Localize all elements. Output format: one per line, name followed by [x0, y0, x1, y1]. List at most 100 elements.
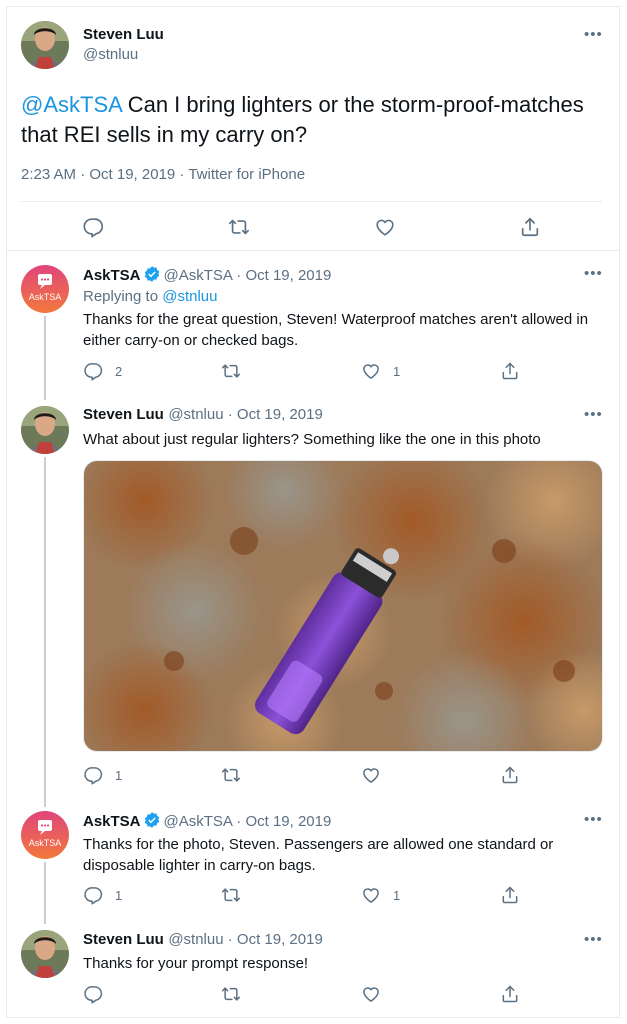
- like-icon: [361, 361, 381, 381]
- author-handle[interactable]: @AskTSA: [164, 813, 233, 830]
- avatar-photo-icon: [21, 406, 69, 454]
- thread-line: [44, 457, 46, 807]
- like-icon: [374, 216, 396, 238]
- retweet-button[interactable]: [221, 361, 241, 381]
- tweet-timestamp[interactable]: 2:23 AM · Oct 19, 2019 · Twitter for iPh…: [21, 166, 305, 183]
- avatar-asktsa[interactable]: AskTSA: [21, 265, 69, 313]
- author-name[interactable]: AskTSA: [83, 267, 141, 284]
- like-button[interactable]: [374, 216, 396, 238]
- more-icon[interactable]: •••: [584, 407, 603, 422]
- like-count: 1: [393, 363, 401, 379]
- mention-link[interactable]: @AskTSA: [21, 92, 122, 117]
- reply-count: 2: [115, 363, 123, 379]
- author-handle[interactable]: @stnluu: [168, 931, 223, 948]
- thread-line: [44, 862, 46, 924]
- replying-prefix: Replying to: [83, 288, 163, 305]
- reply-count: 1: [115, 767, 123, 783]
- retweet-icon: [221, 361, 241, 381]
- reply-date[interactable]: · Oct 19, 2019: [224, 406, 323, 423]
- avatar-label: AskTSA: [28, 838, 62, 848]
- like-button[interactable]: [361, 984, 381, 1004]
- thread-line: [44, 316, 46, 400]
- verified-icon: [144, 266, 159, 282]
- reply-text: Thanks for the photo, Steven. Passengers…: [83, 836, 554, 874]
- reply-icon: [83, 984, 103, 1004]
- avatar-steven[interactable]: [21, 406, 69, 454]
- like-icon: [361, 765, 381, 785]
- share-button[interactable]: [500, 765, 520, 785]
- avatar-steven[interactable]: [21, 21, 69, 69]
- author-name[interactable]: Steven Luu: [83, 931, 164, 948]
- avatar-steven[interactable]: [21, 930, 69, 978]
- reply-text: Thanks for the great question, Steven! W…: [83, 311, 589, 349]
- verified-icon: [144, 812, 159, 828]
- like-icon: [361, 885, 381, 905]
- share-button[interactable]: [500, 361, 520, 381]
- retweet-icon: [228, 216, 250, 238]
- reply-date[interactable]: · Oct 19, 2019: [224, 931, 323, 948]
- reply-button[interactable]: 1: [83, 765, 122, 785]
- like-button[interactable]: [361, 765, 381, 785]
- more-icon[interactable]: •••: [584, 932, 603, 947]
- replying-mention[interactable]: @stnluu: [162, 288, 217, 305]
- retweet-icon: [221, 984, 241, 1004]
- divider: [21, 201, 602, 202]
- more-icon[interactable]: •••: [584, 266, 603, 281]
- reply-date[interactable]: · Oct 19, 2019: [232, 813, 331, 830]
- reply-header: AskTSA @AskTSA · Oct 19, 2019: [83, 265, 331, 285]
- retweet-button[interactable]: [221, 765, 241, 785]
- reply-icon: [83, 765, 103, 785]
- reply-button[interactable]: [82, 216, 104, 238]
- share-button[interactable]: [519, 216, 541, 238]
- reply-date[interactable]: · Oct 19, 2019: [232, 267, 331, 284]
- like-button[interactable]: 1: [361, 885, 400, 905]
- author-handle[interactable]: @stnluu: [168, 406, 223, 423]
- reply-actions: 1 1: [83, 885, 523, 909]
- reply-actions: [83, 984, 523, 1008]
- like-count: 1: [393, 887, 401, 903]
- reply-button[interactable]: [83, 984, 103, 1004]
- retweet-button[interactable]: [221, 984, 241, 1004]
- retweet-button[interactable]: [228, 216, 250, 238]
- reply-actions: 1: [83, 765, 523, 789]
- more-icon[interactable]: •••: [584, 812, 603, 827]
- share-button[interactable]: [500, 984, 520, 1004]
- main-tweet-actions: [21, 216, 602, 240]
- share-button[interactable]: [500, 885, 520, 905]
- author-name[interactable]: Steven Luu: [83, 26, 164, 43]
- author-handle[interactable]: @AskTSA: [164, 267, 233, 284]
- reply-header: Steven Luu @stnluu · Oct 19, 2019: [83, 406, 323, 424]
- asktsa-logo-icon: [21, 265, 69, 313]
- reply-button[interactable]: 2: [83, 361, 122, 381]
- asktsa-logo-icon: [21, 811, 69, 859]
- reply-text: Thanks for your prompt response!: [83, 955, 309, 972]
- avatar-asktsa[interactable]: AskTSA: [21, 811, 69, 859]
- avatar-photo-icon: [21, 930, 69, 978]
- tweet-photo[interactable]: [83, 460, 603, 752]
- reply-text: What about just regular lighters? Someth…: [83, 431, 541, 448]
- retweet-icon: [221, 885, 241, 905]
- author-name[interactable]: AskTSA: [83, 813, 141, 830]
- avatar-photo-icon: [21, 21, 69, 69]
- reply-icon: [82, 216, 104, 238]
- main-tweet-text: @AskTSA Can I bring lighters or the stor…: [21, 90, 601, 150]
- reply-count: 1: [115, 887, 123, 903]
- share-icon: [519, 216, 541, 238]
- reply-header: Steven Luu @stnluu · Oct 19, 2019: [83, 931, 323, 949]
- like-icon: [361, 984, 381, 1004]
- reply-button[interactable]: 1: [83, 885, 122, 905]
- lighter-photo: [84, 461, 602, 751]
- author-name[interactable]: Steven Luu: [83, 406, 164, 423]
- like-button[interactable]: 1: [361, 361, 400, 381]
- retweet-icon: [221, 765, 241, 785]
- more-icon[interactable]: •••: [584, 27, 603, 42]
- divider: [7, 250, 619, 251]
- author-handle[interactable]: @stnluu: [83, 46, 138, 63]
- share-icon: [500, 361, 520, 381]
- share-icon: [500, 885, 520, 905]
- reply-actions: 2 1: [83, 361, 523, 385]
- reply-header: AskTSA @AskTSA · Oct 19, 2019: [83, 811, 331, 831]
- retweet-button[interactable]: [221, 885, 241, 905]
- replying-to: Replying to @stnluu: [83, 288, 217, 305]
- share-icon: [500, 765, 520, 785]
